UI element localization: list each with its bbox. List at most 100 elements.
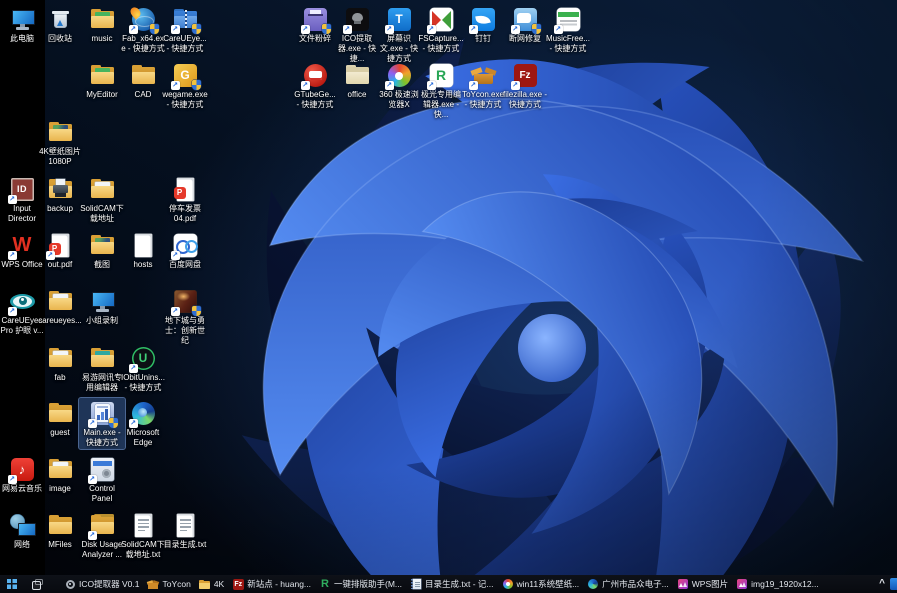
desktop-icon-gtubeget[interactable]: ↗GTubeGe... - 快捷方式 xyxy=(292,60,338,111)
disk-usage-icon: ↗ xyxy=(89,512,116,539)
desktop-icon-recycle-bin[interactable]: 回收站 xyxy=(37,4,83,45)
desktop-icon-fab-x64[interactable]: ↗Fab_x64.exe - 快捷方式 xyxy=(120,4,166,55)
desktop-icon-solidcam-txt[interactable]: SolidCAM下载地址.txt xyxy=(120,510,166,561)
folder-docs-icon xyxy=(89,176,116,203)
pdf-icon: P↗ xyxy=(47,232,74,259)
desktop-icon-iobit-uninstaller[interactable]: U↗IObitUnins... - 快捷方式 xyxy=(120,343,166,394)
uac-shield-badge xyxy=(150,24,159,34)
desktop-icon-screenshots-folder[interactable]: 截图 xyxy=(79,230,125,271)
taskbar-app-toycon[interactable]: ToYcon xyxy=(143,575,194,593)
this-pc-icon xyxy=(9,6,36,33)
desktop-icon-label: filezilla.exe - 快捷方式 xyxy=(502,90,548,110)
desktop-icon-label: 回收站 xyxy=(37,34,83,44)
folder-icon xyxy=(130,62,157,89)
desktop-icon-image-folder[interactable]: image xyxy=(37,454,83,495)
desktop-icon-parking-invoice-pdf[interactable]: P停车发票04.pdf xyxy=(162,174,208,225)
shortcut-arrow-badge: ↗ xyxy=(511,25,520,34)
taskbar-app-wps-picture-img19[interactable]: img19_1920x12... xyxy=(732,575,823,593)
hidden-icons-chevron[interactable]: ^ xyxy=(874,575,890,593)
photos-icon xyxy=(502,578,514,590)
desktop-icon-browser-360[interactable]: ↗360 极速浏览器X xyxy=(376,60,422,111)
start-button[interactable] xyxy=(0,575,24,593)
taskbar-app-label: WPS图片 xyxy=(692,578,728,590)
desktop-icon-yiyou-editor-folder[interactable]: 易游网讯专用编辑器 xyxy=(79,343,125,394)
desktop-icon-dingtalk[interactable]: ↗钉钉 xyxy=(460,4,506,45)
taskbar-app-photos[interactable]: win11系统壁纸... xyxy=(498,575,584,593)
folder-icon xyxy=(199,578,211,590)
desktop-icon-label: ToYcon.exe - 快捷方式 xyxy=(460,90,506,110)
desktop-icon-file-shredder[interactable]: ↗文件粉碎 xyxy=(292,4,338,45)
desktop-icon-label: 钉钉 xyxy=(460,34,506,44)
desktop-icon-fscapture[interactable]: ↗FSCapture... - 快捷方式 xyxy=(418,4,464,55)
desktop-icon-fab-folder[interactable]: fab xyxy=(37,343,83,384)
wps-picture-icon xyxy=(677,578,689,590)
desktop-icon-label: CareUEye... - 快捷方式 xyxy=(162,34,208,54)
globe-flame-icon: ↗ xyxy=(130,6,157,33)
desktop-icon-guest-folder[interactable]: guest xyxy=(37,398,83,439)
desktop-icon-label: 截图 xyxy=(79,260,125,270)
taskbar-app-notepad[interactable]: 目录生成.txt - 记... xyxy=(406,575,497,593)
desktop-icon-myeditor-folder[interactable]: MyEditor xyxy=(79,60,125,101)
taskbar-app-filezilla[interactable]: Fz新站点 - huang... xyxy=(228,575,315,593)
desktop-icon-cad-folder[interactable]: CAD xyxy=(120,60,166,101)
desktop-icon-office-folder[interactable]: office xyxy=(334,60,380,101)
desktop-icon-screen-ocr[interactable]: T↗屏幕识文.exe - 快捷方式 xyxy=(376,4,422,65)
shortcut-arrow-badge: ↗ xyxy=(385,81,394,90)
desktop-icon-main-exe[interactable]: ↗Main.exe - 快捷方式 xyxy=(79,398,125,449)
desktop-icon-wegame[interactable]: G↗wegame.exe - 快捷方式 xyxy=(162,60,208,111)
desktop-icon-mfiles-folder[interactable]: MFiles xyxy=(37,510,83,551)
uac-shield-badge xyxy=(532,24,541,34)
taskbar-app-typeset-helper[interactable]: R一键排版助手(M... xyxy=(315,575,406,593)
desktop-icon-careueyes-folder[interactable]: careueyes... xyxy=(37,286,83,327)
desktop-icon-disk-usage-analyzer[interactable]: ↗Disk Usage Analyzer ... xyxy=(79,510,125,561)
desktop-icon-out-pdf[interactable]: P↗out.pdf xyxy=(37,230,83,271)
taskbar-app-edge[interactable]: 广州市品众电子... xyxy=(583,575,673,593)
shortcut-arrow-badge: ↗ xyxy=(171,81,180,90)
screen-record-icon xyxy=(89,288,116,315)
desktop-icon-microsoft-edge[interactable]: ↗Microsoft Edge xyxy=(120,398,166,449)
dnf-game-icon: ↗ xyxy=(172,288,199,315)
taskbar-app-label: ToYcon xyxy=(162,579,190,589)
desktop-icon-solidcam-folder[interactable]: SolidCAM下载地址 xyxy=(79,174,125,225)
desktop-icon-music-folder[interactable]: music xyxy=(79,4,125,45)
iobit-icon: U↗ xyxy=(130,345,157,372)
desktop-icon-ico-extractor[interactable]: ↗ICO提取器.exe - 快捷... xyxy=(334,4,380,65)
task-view-button[interactable] xyxy=(24,575,48,593)
desktop-icon-jiguang-editor[interactable]: R↗极光专用编辑器.exe - 快... xyxy=(418,60,464,121)
desktop-icon-4k-wallpaper-folder[interactable]: 4K壁纸图片1080P xyxy=(37,117,83,168)
edge-icon: ↗ xyxy=(130,400,157,427)
desktop-icon-label: image xyxy=(37,484,83,494)
desktop-icon-dnf-game[interactable]: ↗地下城与勇士：创新世纪 xyxy=(162,286,208,347)
system-tray: ^ xyxy=(874,575,897,593)
desktop-icon-careueye-shortcut[interactable]: ↗CareUEye... - 快捷方式 xyxy=(162,4,208,55)
desktop-icon-label: 易游网讯专用编辑器 xyxy=(79,373,125,393)
fscapture-icon: ↗ xyxy=(428,6,455,33)
desktop-icon-control-panel[interactable]: ↗Control Panel xyxy=(79,454,125,505)
printer-backup-icon xyxy=(47,176,74,203)
folder-image-icon xyxy=(47,119,74,146)
desktop-icon-backup-folder[interactable]: backup xyxy=(37,174,83,215)
desktop-icon-filezilla[interactable]: Fz↗filezilla.exe - 快捷方式 xyxy=(502,60,548,111)
filezilla-icon: Fz↗ xyxy=(512,62,539,89)
desktop-icon-baidu-netdisk[interactable]: ↗百度网盘 xyxy=(162,230,208,271)
wegame-icon: G↗ xyxy=(172,62,199,89)
desktop-icon-musicfree[interactable]: ↗MusicFree... - 快捷方式 xyxy=(545,4,591,55)
desktop-icon-label: music xyxy=(79,34,125,44)
tray-app-icon[interactable] xyxy=(890,578,897,590)
shortcut-arrow-badge: ↗ xyxy=(427,25,436,34)
taskbar-app-ico-extractor[interactable]: ICO提取器 V0.1 xyxy=(60,575,143,593)
taskbar-app-4k-folder[interactable]: 4K xyxy=(195,575,228,593)
desktop-icon-label: Microsoft Edge xyxy=(120,428,166,448)
desktop-icon-label: wegame.exe - 快捷方式 xyxy=(162,90,208,110)
desktop-icon-label: CAD xyxy=(120,90,166,100)
uac-shield-badge xyxy=(322,24,331,34)
control-panel-icon: ↗ xyxy=(89,456,116,483)
desktop-icon-toycon[interactable]: ↗ToYcon.exe - 快捷方式 xyxy=(460,60,506,111)
desktop-icon-net-repair[interactable]: ↗断网修复 xyxy=(502,4,548,45)
shortcut-arrow-badge: ↗ xyxy=(8,475,17,484)
desktop-icon-dir-gen-txt[interactable]: 目录生成.txt xyxy=(162,510,208,551)
desktop-icon-screen-record[interactable]: 小组录制 xyxy=(79,286,125,327)
desktop-icons: 此电脑回收站music↗Fab_x64.exe - 快捷方式↗CareUEye.… xyxy=(0,0,897,575)
desktop-icon-hosts-file[interactable]: hosts xyxy=(120,230,166,271)
taskbar-app-wps-picture[interactable]: WPS图片 xyxy=(673,575,732,593)
